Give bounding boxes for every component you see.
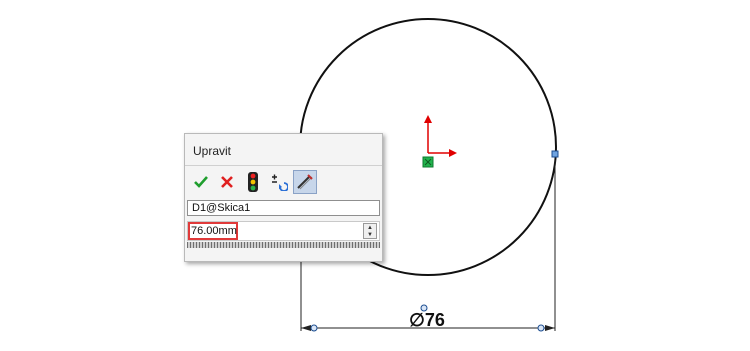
- dimension-value-input[interactable]: 76.00mm: [188, 222, 238, 240]
- dimension-label[interactable]: ∅76: [409, 310, 445, 330]
- checkmark-icon: [194, 176, 208, 188]
- dialog-title: Upravit: [193, 144, 232, 158]
- plus-minus-reverse-icon: [272, 174, 288, 191]
- dialog-toolbar: [189, 170, 319, 194]
- rebuild-button[interactable]: [241, 170, 265, 194]
- reverse-sense-button[interactable]: [267, 170, 291, 194]
- dimension-handle-right[interactable]: [537, 324, 545, 332]
- mark-dimension-icon: [297, 174, 313, 190]
- cancel-button[interactable]: [215, 170, 239, 194]
- traffic-light-icon: [248, 172, 258, 192]
- spin-up-icon[interactable]: ▲: [367, 225, 373, 231]
- thumbwheel[interactable]: [187, 242, 380, 248]
- dimension-value-row: 76.00mm ▲ ▼: [187, 221, 380, 241]
- value-spinner[interactable]: ▲ ▼: [363, 223, 377, 239]
- title-divider: [185, 165, 382, 166]
- x-icon: [221, 176, 233, 188]
- modify-dimension-dialog: Upravit D1@Skica1 76.00mm ▲ ▼: [184, 133, 383, 262]
- dimension-name-field[interactable]: D1@Skica1: [187, 200, 380, 216]
- spin-down-icon[interactable]: ▼: [367, 232, 373, 238]
- origin-icon: [424, 115, 457, 157]
- mark-dimension-button[interactable]: [293, 170, 317, 194]
- quadrant-point[interactable]: [551, 150, 559, 158]
- dimension-handle-left[interactable]: [310, 324, 318, 332]
- ok-button[interactable]: [189, 170, 213, 194]
